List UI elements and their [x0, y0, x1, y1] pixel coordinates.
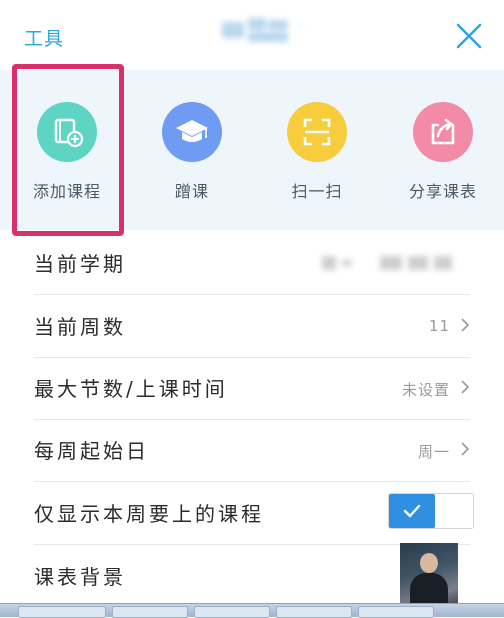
current-week-label: 当前周数 [34, 315, 126, 339]
week-start-row[interactable]: 每周起始日 周一 [34, 419, 470, 482]
add-course-label: 添加课程 [32, 182, 101, 201]
close-button[interactable] [455, 22, 483, 50]
add-course-button[interactable]: 添加课程 [17, 102, 117, 212]
current-term-row[interactable]: 当前学期 [34, 232, 470, 295]
only-this-week-label: 仅显示本周要上的课程 [34, 502, 264, 526]
current-week-value: 11 [428, 317, 450, 335]
tools-panel: 添加课程 蹭课 扫一扫 分享课表 [0, 70, 504, 230]
share-schedule-button[interactable]: 分享课表 [393, 102, 493, 212]
add-course-icon [37, 102, 97, 162]
only-this-week-row: 仅显示本周要上的课程 [34, 482, 474, 545]
os-taskbar [0, 603, 504, 618]
chevron-right-icon [460, 317, 470, 337]
current-term-value-blurred [322, 256, 452, 270]
scan-label: 扫一扫 [291, 182, 343, 201]
current-term-label: 当前学期 [34, 252, 126, 276]
max-sections-row[interactable]: 最大节数/上课时间 未设置 [34, 357, 470, 420]
scan-button[interactable]: 扫一扫 [267, 102, 367, 212]
chevron-right-icon [460, 379, 470, 399]
chevron-right-icon [460, 441, 470, 461]
share-schedule-label: 分享课表 [408, 182, 477, 201]
close-icon [456, 23, 482, 49]
share-icon [413, 102, 473, 162]
scan-icon [287, 102, 347, 162]
week-start-value: 周一 [417, 443, 450, 461]
max-sections-value: 未设置 [401, 381, 450, 399]
schedule-background-label: 课表背景 [34, 565, 126, 589]
header-center-blurred: ⌄ [222, 16, 308, 44]
max-sections-label: 最大节数/上课时间 [34, 377, 228, 401]
graduation-cap-icon [162, 102, 222, 162]
header-bar: 工具 ⌄ [0, 0, 504, 70]
only-this-week-toggle[interactable] [388, 493, 474, 529]
chevron-down-icon: ⌄ [296, 20, 305, 31]
schedule-background-row[interactable]: 课表背景 [34, 543, 470, 615]
page-title: 工具 [24, 28, 65, 50]
current-week-row[interactable]: 当前周数 11 [34, 295, 470, 358]
audit-course-label: 蹭课 [174, 182, 209, 201]
checkmark-icon [389, 494, 435, 528]
week-start-label: 每周起始日 [34, 439, 149, 463]
audit-course-button[interactable]: 蹭课 [142, 102, 242, 212]
